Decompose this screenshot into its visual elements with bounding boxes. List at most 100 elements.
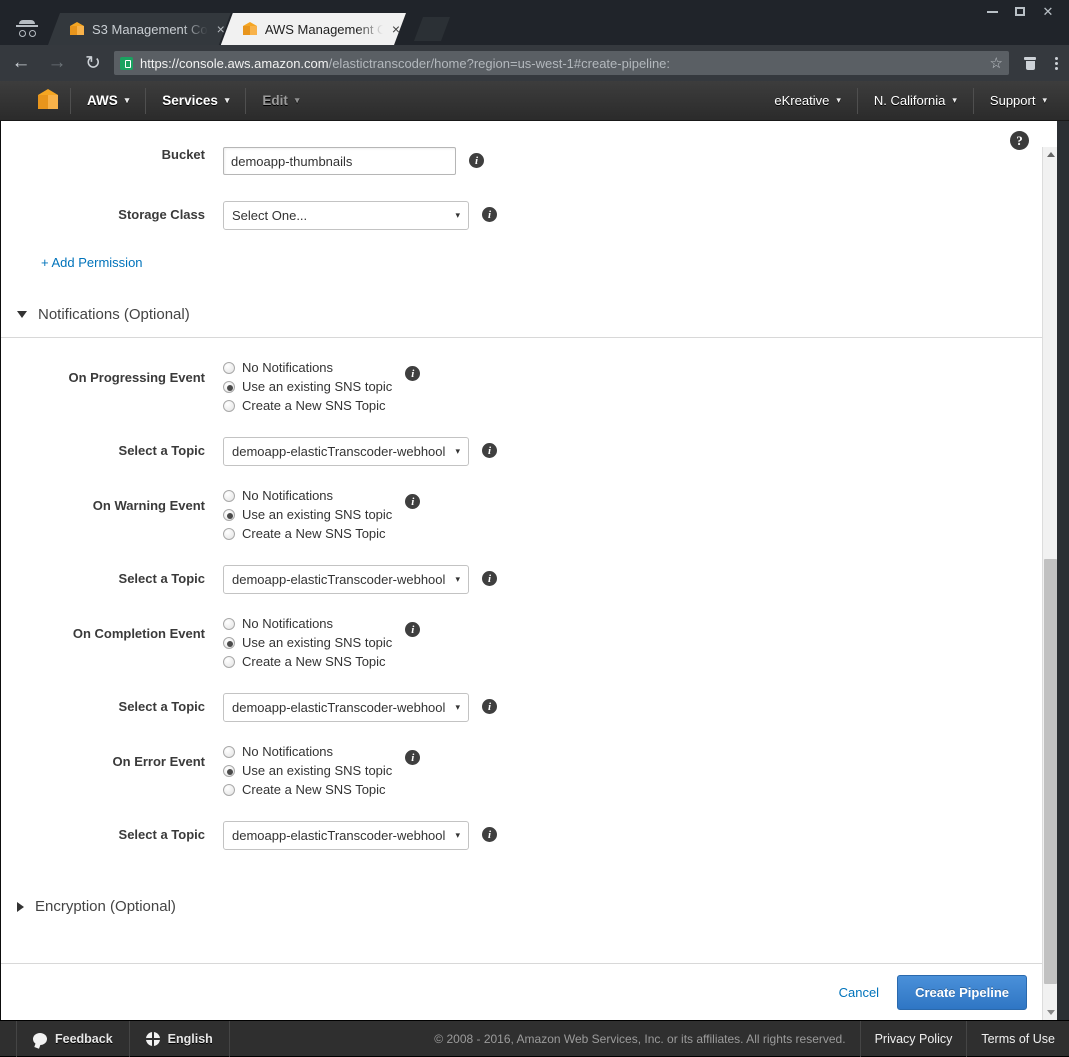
new-tab-button[interactable] [414, 17, 450, 41]
info-icon[interactable]: i [482, 571, 497, 586]
notifications-section: Notifications (Optional) [1, 306, 1043, 338]
radio-create-new-topic[interactable]: Create a New SNS Topic [223, 782, 392, 797]
select-value: demoapp-elasticTranscoder-webhool [232, 572, 446, 587]
radio-use-existing-topic[interactable]: Use an existing SNS topic [223, 635, 392, 650]
scroll-down-arrow-icon[interactable] [1043, 1005, 1058, 1020]
radio-icon-selected[interactable] [223, 508, 235, 521]
back-icon[interactable]: ← [6, 48, 36, 78]
topic-select-completion[interactable]: demoapp-elasticTranscoder-webhool ▾ [223, 693, 469, 722]
radio-create-new-topic[interactable]: Create a New SNS Topic [223, 398, 392, 413]
radio-icon-selected[interactable] [223, 636, 235, 649]
radio-icon[interactable] [223, 527, 235, 540]
language-button[interactable]: English [130, 1020, 230, 1057]
info-icon[interactable]: i [482, 699, 497, 714]
info-icon[interactable]: i [482, 443, 497, 458]
radio-icon[interactable] [223, 745, 235, 758]
radio-icon[interactable] [223, 655, 235, 668]
cancel-button[interactable]: Cancel [839, 985, 879, 1000]
info-icon[interactable]: i [482, 207, 497, 222]
info-icon[interactable]: i [405, 494, 421, 509]
add-permission-link[interactable]: + Add Permission [41, 255, 143, 270]
divider [245, 87, 247, 114]
scrollbar-thumb[interactable] [1044, 559, 1057, 984]
privacy-policy-link[interactable]: Privacy Policy [859, 1020, 967, 1057]
nav-item-edit[interactable]: Edit ▾ [248, 81, 313, 121]
address-bar[interactable]: https://console.aws.amazon.com/elastictr… [114, 51, 1009, 75]
radio-create-new-topic[interactable]: Create a New SNS Topic [223, 526, 392, 541]
nav-item-label: AWS [87, 93, 118, 108]
info-icon[interactable]: i [405, 366, 421, 381]
radio-icon-selected[interactable] [223, 764, 235, 777]
close-icon[interactable]: × [217, 23, 225, 35]
field-row-on-completion-event: On Completion Event No Notifications Use… [1, 616, 1043, 669]
topic-select-progressing[interactable]: demoapp-elasticTranscoder-webhool ▾ [223, 437, 469, 466]
nav-item-account[interactable]: eKreative ▾ [760, 81, 854, 121]
url-origin: https://console.aws.amazon.com [140, 55, 329, 71]
vertical-scrollbar[interactable] [1042, 147, 1057, 1020]
radio-icon[interactable] [223, 617, 235, 630]
radio-icon[interactable] [223, 489, 235, 502]
radio-use-existing-topic[interactable]: Use an existing SNS topic [223, 507, 392, 522]
incognito-icon [10, 14, 44, 42]
radio-no-notifications[interactable]: No Notifications [223, 616, 392, 631]
topic-select-error[interactable]: demoapp-elasticTranscoder-webhool ▾ [223, 821, 469, 850]
radio-no-notifications[interactable]: No Notifications [223, 488, 392, 503]
nav-item-label: N. California [873, 93, 946, 108]
minimize-icon[interactable] [979, 2, 1005, 21]
radio-icon-selected[interactable] [223, 380, 235, 393]
radio-no-notifications[interactable]: No Notifications [223, 360, 392, 375]
aws-console-navbar: AWS ▾ Services ▾ Edit ▾ eKreative ▾ N. C… [0, 81, 1069, 121]
browser-tab-s3[interactable]: S3 Management Co × [48, 13, 231, 45]
info-icon[interactable]: i [469, 153, 484, 168]
aws-cube-logo[interactable] [38, 88, 58, 113]
nav-item-support[interactable]: Support ▾ [976, 81, 1061, 121]
forward-icon[interactable]: → [42, 48, 72, 78]
topic-select-warning[interactable]: demoapp-elasticTranscoder-webhool ▾ [223, 565, 469, 594]
chevron-down-icon: ▾ [836, 95, 841, 105]
close-icon[interactable]: × [392, 23, 400, 35]
radio-icon[interactable] [223, 361, 235, 374]
radio-label: Use an existing SNS topic [242, 763, 393, 778]
feedback-button[interactable]: Feedback [16, 1020, 130, 1057]
add-permission-row: + Add Permission [1, 254, 1043, 272]
encryption-section-title: Encryption (Optional) [35, 898, 176, 915]
bookmark-star-icon[interactable]: ☆ [982, 54, 1003, 72]
notifications-section-title: Notifications (Optional) [38, 306, 190, 323]
radio-label: Create a New SNS Topic [242, 654, 386, 669]
radio-label: No Notifications [242, 616, 334, 631]
notifications-section-header[interactable]: Notifications (Optional) [1, 306, 1043, 323]
chevron-down-icon: ▾ [224, 95, 230, 105]
browser-tab-aws-console[interactable]: AWS Management C × [221, 13, 406, 45]
radio-create-new-topic[interactable]: Create a New SNS Topic [223, 654, 392, 669]
radio-no-notifications[interactable]: No Notifications [223, 744, 392, 759]
terms-of-use-link[interactable]: Terms of Use [966, 1020, 1069, 1057]
trash-extension-icon[interactable] [1017, 50, 1043, 76]
maximize-icon[interactable] [1007, 2, 1033, 21]
radio-use-existing-topic[interactable]: Use an existing SNS topic [223, 379, 392, 394]
nav-item-aws[interactable]: AWS ▾ [73, 81, 143, 121]
storage-class-select[interactable]: Select One... ▾ [223, 201, 469, 230]
help-icon[interactable]: ? [1010, 131, 1029, 150]
chevron-down-icon: ▾ [455, 210, 460, 220]
radio-icon[interactable] [223, 783, 235, 796]
radio-label: Use an existing SNS topic [242, 379, 393, 394]
radio-icon[interactable] [223, 399, 235, 412]
close-window-icon[interactable]: ✕ [1035, 2, 1061, 21]
info-icon[interactable]: i [405, 622, 421, 637]
chrome-menu-icon[interactable] [1043, 50, 1069, 76]
tab-strip: S3 Management Co × AWS Management C × [48, 13, 450, 45]
create-pipeline-button[interactable]: Create Pipeline [897, 974, 1027, 1010]
nav-item-services[interactable]: Services ▾ [148, 81, 243, 121]
scroll-up-arrow-icon[interactable] [1043, 147, 1058, 162]
info-icon[interactable]: i [405, 750, 421, 765]
bucket-input[interactable] [223, 147, 456, 175]
reload-icon[interactable]: ↻ [78, 48, 108, 78]
nav-item-region[interactable]: N. California ▾ [860, 81, 971, 121]
browser-toolbar: ← → ↻ https://console.aws.amazon.com/ela… [0, 45, 1069, 81]
chevron-down-icon: ▾ [455, 702, 460, 712]
info-icon[interactable]: i [482, 827, 497, 842]
encryption-section-header[interactable]: Encryption (Optional) [1, 898, 1043, 915]
on-error-event-label: On Error Event [112, 754, 205, 769]
radio-use-existing-topic[interactable]: Use an existing SNS topic [223, 763, 392, 778]
on-progressing-event-label: On Progressing Event [68, 370, 205, 385]
